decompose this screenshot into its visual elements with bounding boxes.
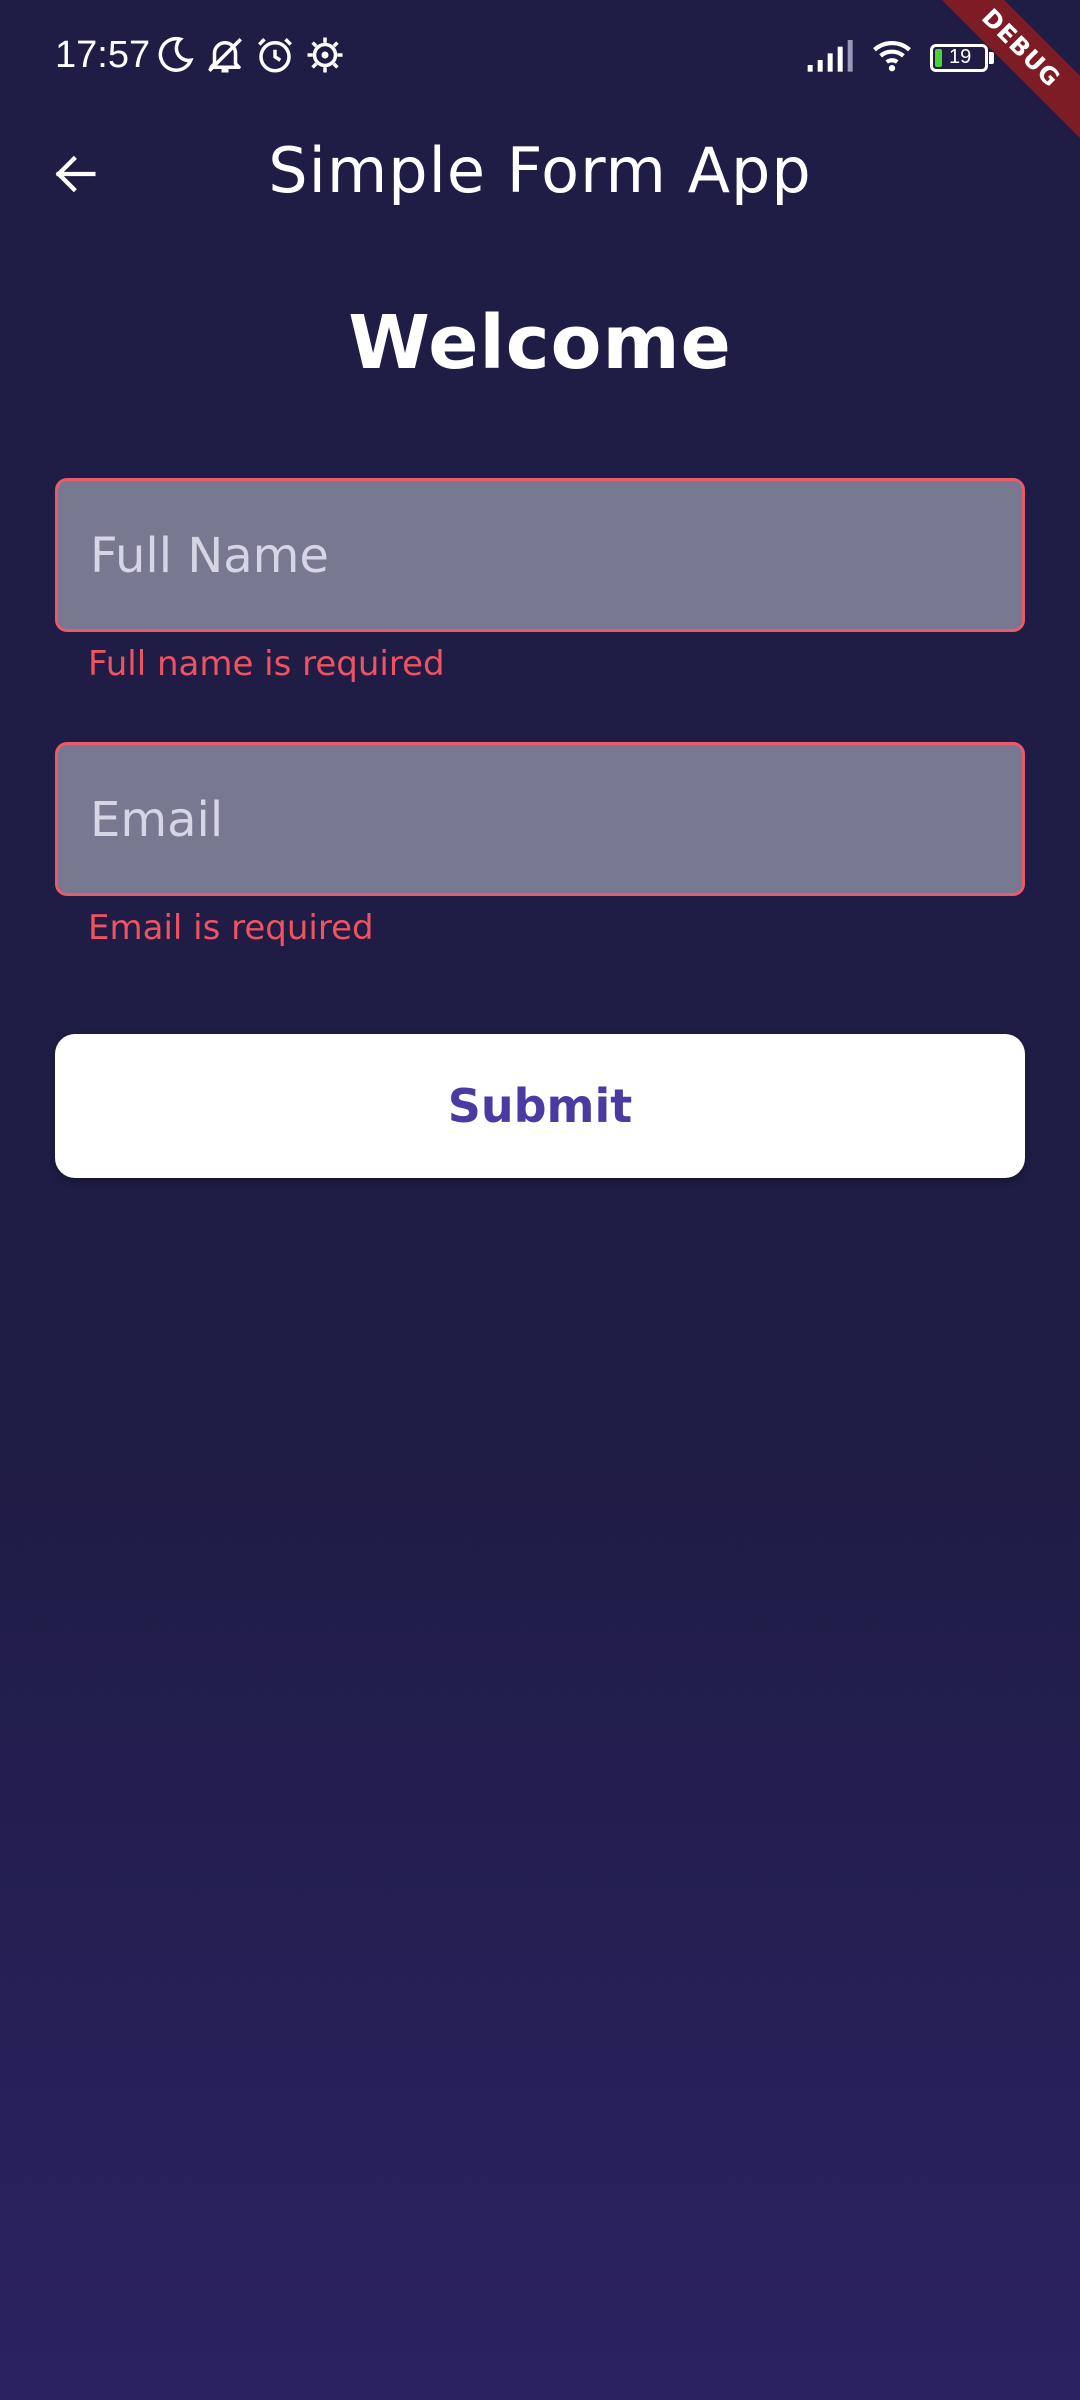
battery-icon: 19 [930, 44, 988, 72]
app-title: Simple Form App [268, 134, 812, 207]
welcome-heading: Welcome [348, 300, 732, 386]
full-name-error: Full name is required [88, 644, 445, 684]
full-name-field[interactable] [55, 478, 1025, 632]
wifi-icon [868, 34, 916, 76]
battery-nub [989, 52, 994, 64]
email-error: Email is required [88, 908, 374, 948]
moon-icon [154, 34, 196, 76]
signal-icon [806, 34, 856, 76]
bell-off-icon [204, 34, 246, 76]
status-time: 17:57 [55, 34, 151, 76]
alarm-icon [254, 34, 296, 76]
settings-gear-icon [304, 34, 346, 76]
battery-level: 19 [949, 46, 972, 68]
email-field[interactable] [55, 742, 1025, 896]
email-input[interactable] [88, 745, 992, 895]
full-name-input[interactable] [88, 481, 992, 631]
app-bar: Simple Form App [0, 120, 1080, 220]
battery-fill [935, 49, 942, 67]
submit-button[interactable]: Submit [55, 1034, 1025, 1178]
status-bar: 17:57 19 [0, 0, 1080, 120]
